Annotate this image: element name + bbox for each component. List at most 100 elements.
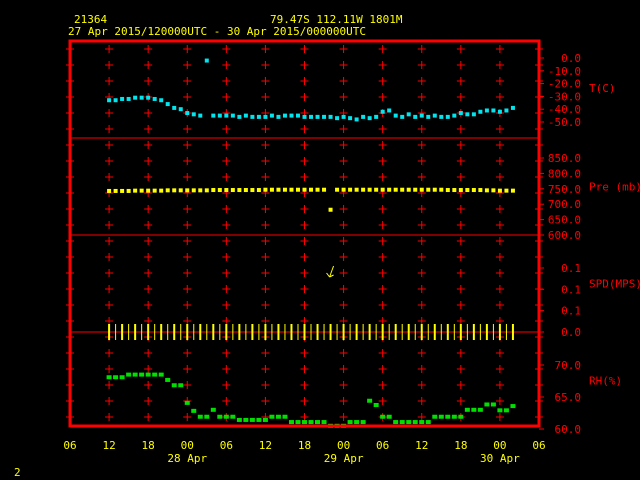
humidity-point	[354, 420, 360, 425]
temperature-point	[224, 113, 229, 118]
pressure-point	[309, 187, 314, 192]
pressure-point	[413, 187, 418, 192]
humidity-point	[458, 414, 464, 419]
x-tick-label: 06	[63, 439, 76, 452]
temperature-point	[237, 114, 242, 119]
humidity-point	[406, 420, 412, 425]
pressure-point	[178, 188, 183, 193]
x-tick-label: 12	[102, 439, 115, 452]
x-tick-label: 06	[220, 439, 233, 452]
panel-label: Pre (mb)	[589, 181, 640, 194]
temperature-point	[289, 113, 294, 118]
pressure-point	[328, 207, 333, 212]
humidity-point	[165, 377, 171, 382]
temperature-point	[348, 116, 353, 121]
temperature-point	[406, 112, 411, 117]
meteogram-chart: 21364 79.47S 112.11W 1801M 27 Apr 2015/1…	[14, 13, 640, 479]
temperature-point	[452, 113, 457, 118]
wind-direction-arrow	[326, 265, 335, 278]
temperature-point	[510, 105, 515, 110]
pressure-point	[335, 187, 340, 192]
pressure-point	[387, 187, 392, 192]
pressure-point	[361, 187, 366, 192]
pressure-point	[491, 188, 496, 193]
pressure-point	[263, 187, 268, 192]
pressure-point	[302, 187, 307, 192]
humidity-point	[139, 372, 145, 377]
temperature-point	[497, 109, 502, 114]
pressure-point	[139, 188, 144, 193]
temperature-point	[367, 116, 372, 121]
pressure-point	[243, 188, 248, 193]
humidity-point	[158, 372, 164, 377]
pressure-point	[380, 187, 385, 192]
humidity-point	[445, 414, 451, 419]
x-date-label: 30 Apr	[480, 452, 520, 465]
temperature-point	[139, 95, 144, 100]
pressure-point	[198, 188, 203, 193]
pressure-point	[471, 188, 476, 193]
panel-label: RH(%)	[589, 375, 622, 388]
y-tick-label: -10.0	[548, 65, 581, 78]
pressure-point	[406, 187, 411, 192]
humidity-point	[204, 414, 210, 419]
pressure-point	[133, 188, 138, 193]
pressure-point	[341, 187, 346, 192]
pressure-point	[224, 188, 229, 193]
panel-label: T(C)	[589, 82, 616, 95]
temperature-point	[387, 108, 392, 113]
page-number: 2	[14, 466, 21, 479]
temperature-point	[315, 114, 320, 119]
humidity-point	[145, 372, 151, 377]
pressure-point	[367, 187, 372, 192]
humidity-point	[113, 375, 119, 380]
humidity-point	[419, 420, 425, 425]
humidity-point	[438, 414, 444, 419]
humidity-point	[510, 404, 516, 409]
y-tick-label: 60.0	[555, 423, 582, 436]
humidity-point	[425, 420, 431, 425]
x-date-label: 28 Apr	[167, 452, 207, 465]
pressure-point	[478, 188, 483, 193]
temperature-point	[282, 113, 287, 118]
pressure-point	[374, 187, 379, 192]
temperature-point	[172, 105, 177, 110]
x-tick-label: 00	[181, 439, 194, 452]
temperature-point	[504, 108, 509, 113]
humidity-point	[217, 414, 223, 419]
y-tick-label: 0.0	[561, 326, 581, 339]
humidity-point	[223, 414, 229, 419]
humidity-point	[249, 417, 255, 422]
humidity-point	[497, 408, 503, 413]
y-tick-label: 750.0	[548, 183, 581, 196]
humidity-point	[380, 414, 386, 419]
humidity-point	[269, 414, 275, 419]
temperature-point	[302, 114, 307, 119]
pressure-point	[113, 188, 118, 193]
pressure-point	[159, 188, 164, 193]
data-layer	[106, 58, 516, 428]
pressure-point	[432, 187, 437, 192]
y-tick-label: -40.0	[548, 103, 581, 116]
humidity-point	[321, 420, 327, 425]
pressure-point	[211, 188, 216, 193]
pressure-point	[400, 187, 405, 192]
humidity-point	[256, 417, 262, 422]
temperature-point	[478, 109, 483, 114]
humidity-point	[373, 403, 379, 407]
humidity-point	[432, 414, 438, 419]
temperature-point	[152, 96, 157, 101]
y-tick-label: 850.0	[548, 152, 581, 165]
pressure-point	[230, 188, 235, 193]
y-tick-label: 0.1	[561, 283, 581, 296]
temperature-point	[263, 114, 268, 119]
pressure-point	[426, 187, 431, 192]
pressure-point	[146, 188, 151, 193]
temperature-point	[335, 116, 340, 121]
x-tick-label: 00	[337, 439, 350, 452]
humidity-point	[367, 398, 373, 403]
x-tick-label: 06	[376, 439, 389, 452]
temperature-point	[465, 112, 470, 117]
pressure-point	[204, 188, 209, 193]
temperature-point	[322, 114, 327, 119]
